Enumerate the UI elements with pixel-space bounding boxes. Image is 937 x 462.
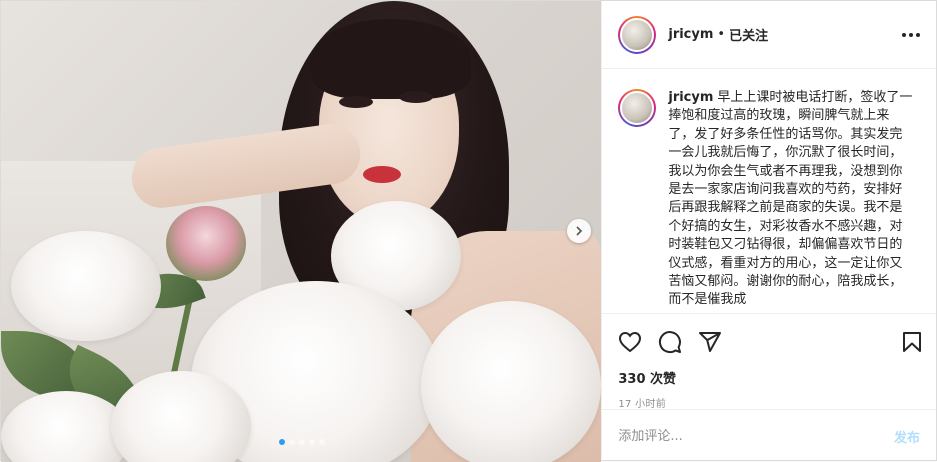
carousel-dot: [319, 439, 325, 445]
caption-area: jricym 早上上课时被电话打断，签收了一捧饱和度过高的玫瑰，瞬间脾气就上来了，…: [602, 69, 936, 313]
username-link[interactable]: jricym: [668, 27, 713, 42]
caption-username-link[interactable]: jricym: [668, 90, 713, 105]
post-photo[interactable]: [1, 1, 602, 462]
carousel-dot: [279, 439, 285, 445]
bookmark-icon: [903, 332, 921, 352]
photo-peony-bud: [166, 206, 246, 281]
carousel-next-button[interactable]: [567, 219, 591, 243]
photo-peony: [421, 301, 601, 462]
more-options-icon[interactable]: [902, 32, 920, 37]
share-icon: [699, 332, 722, 352]
comment-input[interactable]: [618, 428, 894, 444]
comment-icon: [659, 331, 682, 354]
carousel-dot: [289, 439, 295, 445]
following-button[interactable]: 已关注: [729, 25, 768, 44]
action-row: [614, 322, 924, 362]
caption-text: 早上上课时被电话打断，签收了一捧饱和度过高的玫瑰，瞬间脾气就上来了，发了好多条任…: [668, 90, 913, 308]
avatar[interactable]: [620, 17, 655, 52]
save-button[interactable]: [884, 322, 924, 362]
caption: jricym 早上上课时被电话打断，签收了一捧饱和度过高的玫瑰，瞬间脾气就上来了，…: [668, 89, 913, 313]
photo-lips: [363, 166, 401, 183]
photo-eye-right: [399, 91, 433, 103]
post-comment-button[interactable]: 发布: [894, 427, 920, 446]
photo-peony: [11, 231, 161, 341]
like-button[interactable]: [614, 322, 654, 362]
post-header: jricym • 已关注: [602, 1, 936, 69]
share-button[interactable]: [694, 322, 734, 362]
comment-button[interactable]: [654, 322, 694, 362]
likes-count[interactable]: 330 次赞: [614, 368, 924, 387]
story-ring[interactable]: [618, 15, 657, 54]
carousel-dot: [309, 439, 315, 445]
caption-avatar[interactable]: [620, 91, 655, 125]
comment-form: 发布: [602, 409, 936, 462]
carousel-dot: [299, 439, 305, 445]
caption-story-ring[interactable]: [618, 89, 657, 127]
post-timestamp[interactable]: 17 小时前: [614, 395, 924, 410]
carousel-indicator: [279, 439, 325, 445]
photo-eye-left: [339, 96, 373, 108]
post-actions: 330 次赞 17 小时前: [602, 313, 936, 410]
chevron-right-icon: [576, 226, 583, 236]
heart-icon: [619, 331, 642, 353]
photo-bangs: [311, 19, 471, 99]
instagram-post: jricym • 已关注 jricym 早上上课时被电话打断，签收了一捧饱和度过高…: [0, 0, 937, 462]
post-side-panel: jricym • 已关注 jricym 早上上课时被电话打断，签收了一捧饱和度过高…: [601, 1, 936, 462]
separator: •: [717, 27, 726, 42]
